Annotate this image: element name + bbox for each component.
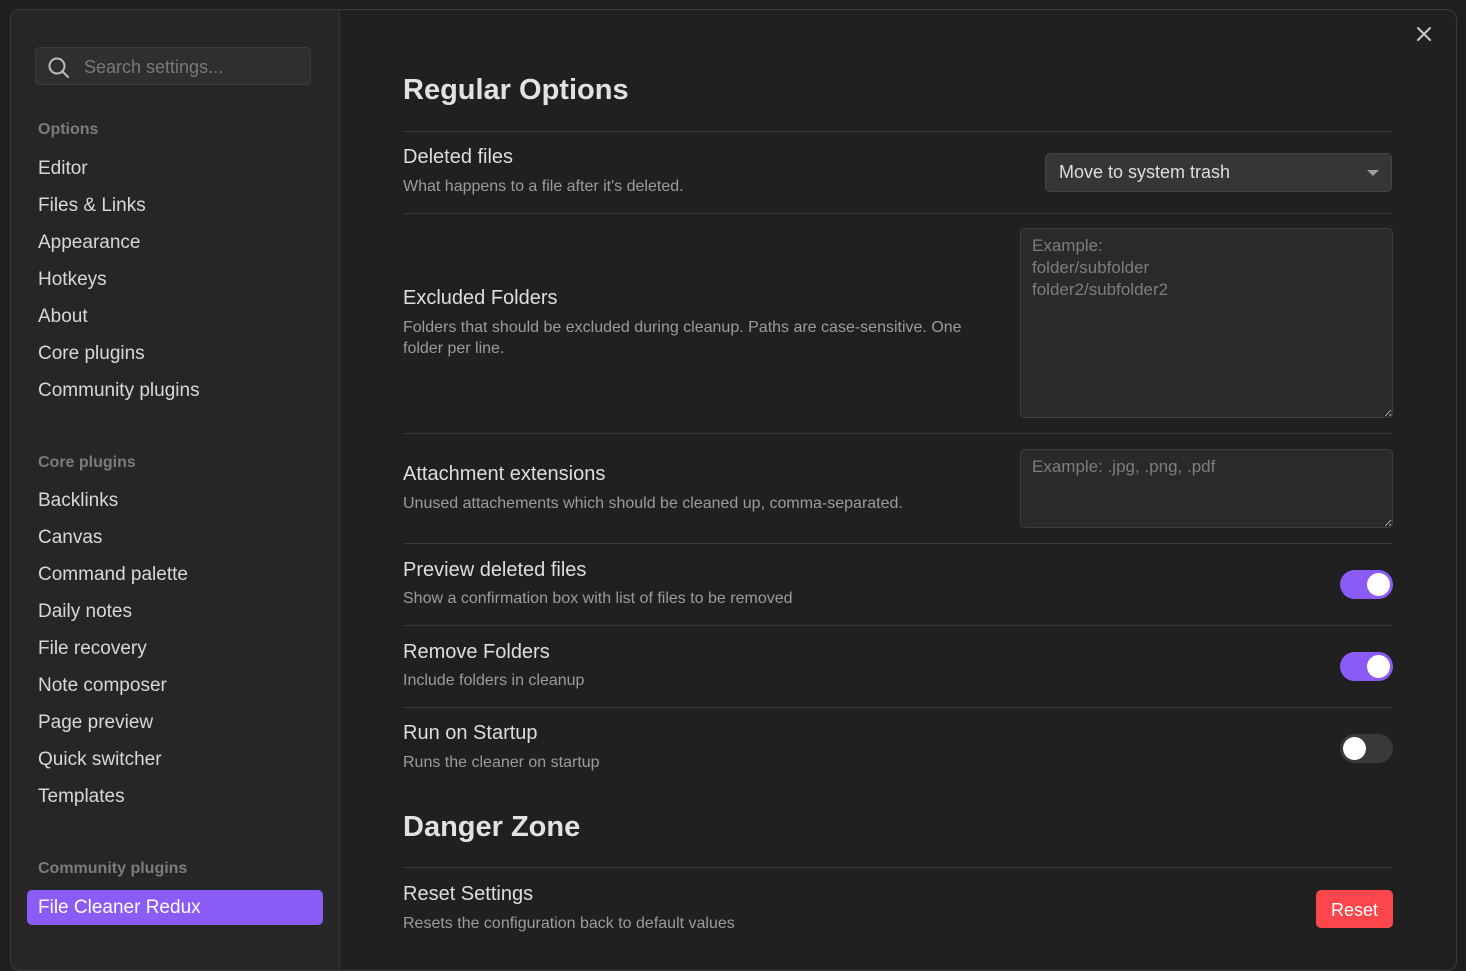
setting-name-preview-deleted-files: Preview deleted files (403, 559, 587, 581)
setting-desc-preview-deleted-files: Show a confirmation box with list of fil… (403, 590, 793, 607)
setting-name-attachment-extensions: Attachment extensions (403, 463, 606, 485)
setting-name-run-on-startup: Run on Startup (403, 722, 538, 744)
setting-name-deleted-files: Deleted files (403, 146, 514, 168)
setting-name-excluded-folders: Excluded Folders (403, 287, 558, 309)
sidebar-item-quick-switcher[interactable]: Quick switcher (38, 745, 162, 775)
sidebar-item-hotkeys[interactable]: Hotkeys (38, 265, 107, 295)
reset-button[interactable]: Reset (1316, 890, 1393, 928)
search-input[interactable] (82, 48, 306, 86)
setting-name-remove-folders: Remove Folders (403, 641, 550, 663)
setting-desc-remove-folders: Include folders in cleanup (403, 672, 585, 689)
toggle-knob (1343, 737, 1366, 760)
setting-desc-reset-settings: Resets the configuration back to default… (403, 915, 735, 932)
sidebar-item-note-composer[interactable]: Note composer (38, 671, 167, 701)
section-title-options: Options (38, 121, 99, 138)
sidebar-item-file-recovery[interactable]: File recovery (38, 634, 147, 664)
setting-name-reset-settings: Reset Settings (403, 883, 534, 905)
sidebar-item-appearance[interactable]: Appearance (38, 228, 140, 258)
toggle-knob (1367, 655, 1390, 678)
sidebar-item-core-plugins[interactable]: Core plugins (38, 339, 145, 369)
search-icon (48, 57, 69, 78)
dropdown-value: Move to system trash (1059, 162, 1231, 182)
settings-sidebar: Options Editor Files & Links Appearance … (11, 10, 340, 970)
preview-deleted-files-toggle[interactable] (1340, 570, 1393, 599)
sidebar-item-community-plugins[interactable]: Community plugins (38, 376, 200, 406)
divider (403, 707, 1392, 708)
sidebar-item-files-links[interactable]: Files & Links (38, 191, 146, 221)
run-on-startup-toggle[interactable] (1340, 734, 1393, 763)
excluded-folders-textarea[interactable] (1020, 228, 1393, 418)
section-heading-danger-zone: Danger Zone (403, 811, 581, 843)
divider (403, 433, 1392, 434)
sidebar-item-backlinks[interactable]: Backlinks (38, 486, 118, 516)
remove-folders-toggle[interactable] (1340, 652, 1393, 681)
section-title-community-plugins: Community plugins (38, 860, 188, 877)
sidebar-item-editor[interactable]: Editor (38, 154, 88, 184)
toggle-knob (1367, 573, 1390, 596)
chevron-down-icon (1367, 170, 1379, 176)
sidebar-item-canvas[interactable]: Canvas (38, 523, 102, 553)
setting-desc-run-on-startup: Runs the cleaner on startup (403, 754, 600, 771)
divider (403, 213, 1392, 214)
sidebar-item-file-cleaner-redux[interactable]: File Cleaner Redux (27, 890, 323, 925)
sidebar-item-page-preview[interactable]: Page preview (38, 708, 153, 738)
setting-desc-deleted-files: What happens to a file after it's delete… (403, 178, 684, 195)
divider (403, 867, 1392, 868)
divider (403, 625, 1392, 626)
divider (403, 543, 1392, 544)
close-icon[interactable] (1414, 24, 1434, 44)
setting-desc-excluded-folders: Folders that should be excluded during c… (403, 319, 962, 357)
divider (403, 131, 1392, 132)
sidebar-item-command-palette[interactable]: Command palette (38, 560, 188, 590)
sidebar-item-templates[interactable]: Templates (38, 782, 125, 812)
sidebar-item-about[interactable]: About (38, 302, 88, 332)
attachment-extensions-textarea[interactable] (1020, 449, 1393, 528)
sidebar-item-daily-notes[interactable]: Daily notes (38, 597, 132, 627)
section-heading-regular-options: Regular Options (403, 74, 629, 106)
setting-desc-attachment-extensions: Unused attachements which should be clea… (403, 495, 903, 512)
deleted-files-dropdown[interactable]: Move to system trash (1045, 153, 1392, 192)
section-title-core-plugins: Core plugins (38, 454, 136, 471)
settings-modal: Options Editor Files & Links Appearance … (10, 9, 1457, 971)
search-box[interactable] (35, 47, 311, 86)
